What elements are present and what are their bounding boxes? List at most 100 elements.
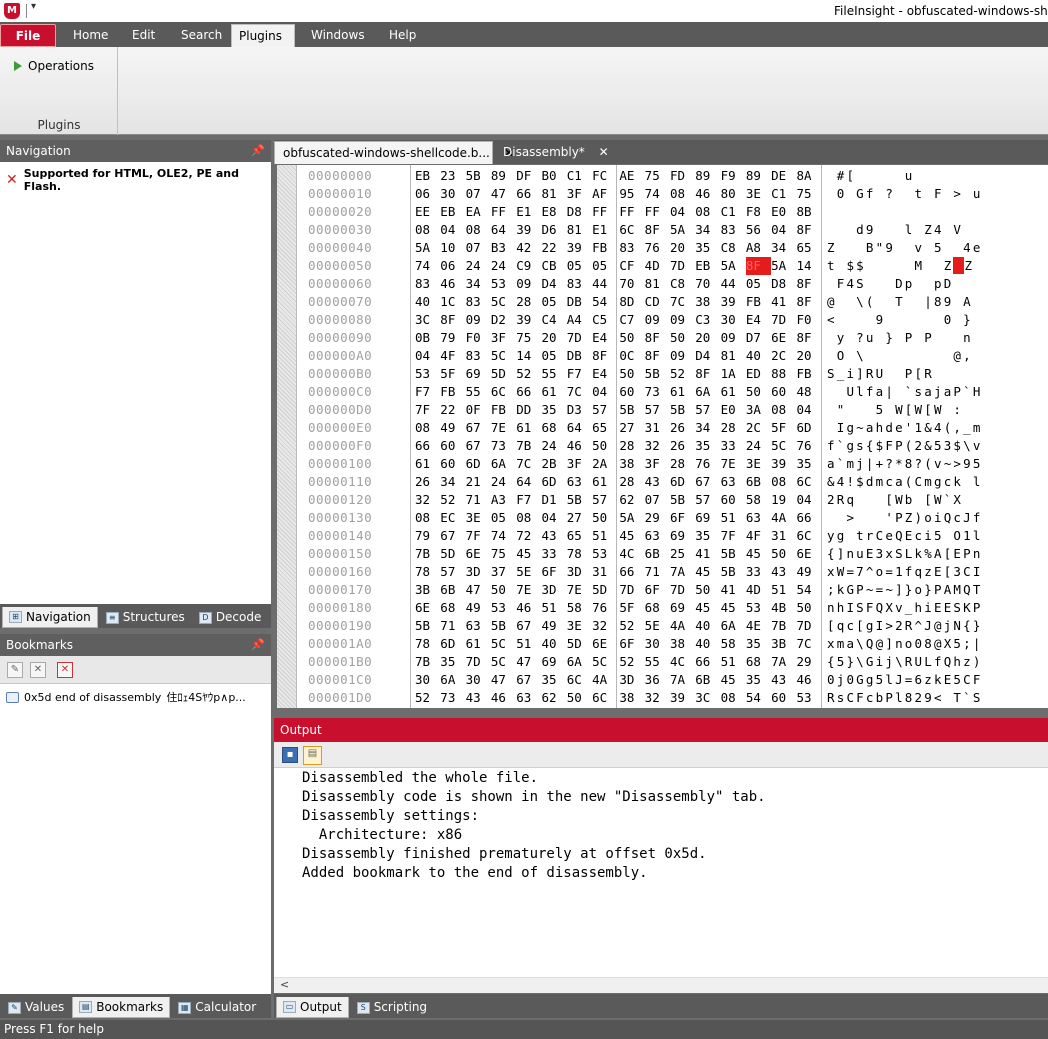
hex-row[interactable]: 00000150 7B 5D 6E 75 45 33 78 53 4C 6B 25 41 5B 45 50 6E… <box>277 545 1048 563</box>
hex-byte[interactable]: 05 <box>746 275 771 293</box>
tab-disassembly[interactable]: Disassembly* ✕ <box>495 141 617 164</box>
hex-byte[interactable]: 8F <box>695 365 720 383</box>
hex-byte[interactable]: 32 <box>592 617 617 635</box>
hex-byte[interactable]: 28 <box>619 437 644 455</box>
hex-byte[interactable]: 57 <box>645 401 670 419</box>
hex-byte[interactable]: AF <box>592 185 617 203</box>
hex-byte[interactable]: C1 <box>567 167 592 185</box>
hex-byte[interactable]: E1 <box>516 203 541 221</box>
hex-byte[interactable]: 6C <box>796 527 821 545</box>
hex-row[interactable]: 00000190 5B 71 63 5B 67 49 3E 32 52 5E 4A 40 6A 4E 7B 7D… <box>277 617 1048 635</box>
hex-byte[interactable]: FB <box>592 239 617 257</box>
hex-byte[interactable]: 68 <box>440 599 465 617</box>
hex-byte[interactable]: 4A <box>771 509 796 527</box>
hex-byte[interactable]: 45 <box>746 545 771 563</box>
bookmark-item[interactable]: 0x5d end of disassembly 住ﾛｪ4Sﾔｳp∧p... <box>6 689 246 705</box>
hex-bytes[interactable]: 61 60 6D 6A 7C 2B 3F 2A 38 3F 28 76 7E 3E 39 35 <box>415 455 822 473</box>
hex-byte[interactable]: C9 <box>516 257 541 275</box>
hex-byte[interactable]: 8F <box>645 221 670 239</box>
hex-byte[interactable]: 60 <box>619 383 644 401</box>
hex-byte[interactable]: EE <box>415 203 440 221</box>
hex-byte[interactable]: 6A <box>567 653 592 671</box>
hex-byte[interactable]: 81 <box>541 185 566 203</box>
edit-bookmark-icon[interactable]: ✎ <box>7 662 23 678</box>
hex-byte[interactable]: 3F <box>567 185 592 203</box>
hex-byte[interactable]: 3E <box>746 455 771 473</box>
hex-byte[interactable]: 08 <box>415 419 440 437</box>
hex-byte[interactable]: 40 <box>695 617 720 635</box>
hex-byte[interactable]: 72 <box>516 527 541 545</box>
tab-help[interactable]: Help <box>382 24 423 47</box>
hex-byte[interactable]: A3 <box>491 491 516 509</box>
hex-byte[interactable]: 4F <box>440 347 465 365</box>
hex-byte[interactable]: 62 <box>619 491 644 509</box>
hex-byte[interactable]: 55 <box>541 365 566 383</box>
hex-byte[interactable]: 24 <box>746 437 771 455</box>
hex-byte[interactable]: 63 <box>567 473 592 491</box>
hex-byte[interactable]: 81 <box>721 347 746 365</box>
hex-byte[interactable]: D4 <box>695 347 720 365</box>
hex-bytes[interactable]: 5B 71 63 5B 67 49 3E 32 52 5E 4A 40 6A 4E 7B 7D <box>415 617 822 635</box>
hex-byte[interactable]: 6B <box>645 545 670 563</box>
hex-byte[interactable]: D3 <box>567 401 592 419</box>
hex-byte[interactable]: FC <box>592 167 617 185</box>
hex-byte[interactable]: 51 <box>721 509 746 527</box>
hex-row[interactable]: 000001A0 78 6D 61 5C 51 40 5D 6E 6F 30 38 40 58 35 3B 7C… <box>277 635 1048 653</box>
hex-byte[interactable]: A4 <box>567 311 592 329</box>
hex-byte[interactable]: E1 <box>592 221 617 239</box>
scroll-left-arrow[interactable]: < <box>280 978 289 991</box>
hex-byte[interactable]: 08 <box>695 203 720 221</box>
hex-byte[interactable]: 06 <box>440 257 465 275</box>
hex-row[interactable]: 00000160 78 57 3D 37 5E 6F 3D 31 66 71 7A 45 5B 33 43 49… <box>277 563 1048 581</box>
hex-byte[interactable]: EB <box>440 203 465 221</box>
hex-byte[interactable]: 58 <box>746 491 771 509</box>
hex-byte[interactable]: 09 <box>670 311 695 329</box>
clear-output-icon[interactable]: ▤ <box>303 746 322 765</box>
tab-decode[interactable]: D Decode <box>193 607 268 628</box>
hex-byte[interactable]: 81 <box>645 275 670 293</box>
hex-byte[interactable]: 61 <box>516 419 541 437</box>
hex-byte[interactable]: C4 <box>541 311 566 329</box>
hex-row[interactable]: 00000090 0B 79 F0 3F 75 20 7D E4 50 8F 50 20 09 D7 6E 8F… <box>277 329 1048 347</box>
hex-ascii[interactable]: Ig~ahde'1&4(,_m <box>827 419 983 437</box>
hex-byte[interactable]: 67 <box>466 419 491 437</box>
hex-byte[interactable]: 64 <box>567 419 592 437</box>
hex-bytes[interactable]: 08 49 67 7E 61 68 64 65 27 31 26 34 28 2C 5F 6D <box>415 419 822 437</box>
hex-byte[interactable]: 5C <box>491 293 516 311</box>
hex-ascii[interactable]: t $$ M ZZ <box>827 257 984 275</box>
hex-byte[interactable]: 63 <box>516 689 541 707</box>
tab-structures[interactable]: ≡ Structures <box>100 607 191 628</box>
hex-byte[interactable]: 61 <box>592 473 617 491</box>
hex-byte[interactable]: 8F <box>645 347 670 365</box>
hex-byte[interactable]: 3F <box>567 455 592 473</box>
hex-byte[interactable]: 25 <box>670 545 695 563</box>
hex-byte[interactable]: 76 <box>592 599 617 617</box>
hex-byte[interactable]: A8 <box>746 239 771 257</box>
hex-byte[interactable]: 6C <box>796 473 821 491</box>
hex-byte[interactable]: 07 <box>466 185 491 203</box>
hex-byte[interactable]: 6E <box>592 635 617 653</box>
hex-byte[interactable]: 5E <box>645 617 670 635</box>
hex-row[interactable]: 000001B0 7B 35 7D 5C 47 69 6A 5C 52 55 4C 66 51 68 7A 29… <box>277 653 1048 671</box>
hex-bytes[interactable]: 04 4F 83 5C 14 05 DB 8F 0C 8F 09 D4 81 40 2C 20 <box>415 347 822 365</box>
hex-byte[interactable]: 46 <box>491 689 516 707</box>
hex-byte[interactable]: 69 <box>466 365 491 383</box>
hex-byte[interactable]: 3E <box>746 185 771 203</box>
hex-byte[interactable]: 27 <box>567 509 592 527</box>
hex-byte[interactable]: 7E <box>491 419 516 437</box>
hex-byte[interactable]: 73 <box>440 689 465 707</box>
hex-byte[interactable]: 66 <box>796 509 821 527</box>
hex-byte[interactable]: 33 <box>721 437 746 455</box>
hex-byte[interactable]: EB <box>695 257 720 275</box>
hex-ascii[interactable]: {]nuE3xSLk%A[EPn <box>827 545 983 563</box>
hex-byte[interactable]: 6A <box>695 383 720 401</box>
hex-bytes[interactable]: 5A 10 07 B3 42 22 39 FB 83 76 20 35 C8 A8 34 65 <box>415 239 822 257</box>
hex-byte[interactable]: 83 <box>619 239 644 257</box>
hex-byte[interactable]: 74 <box>415 257 440 275</box>
hex-byte[interactable]: 65 <box>592 419 617 437</box>
hex-byte[interactable]: 5D <box>491 365 516 383</box>
hex-byte[interactable]: 5A <box>415 239 440 257</box>
hex-byte[interactable]: 04 <box>670 203 695 221</box>
delete-bookmark-icon[interactable]: ✕ <box>30 662 46 678</box>
hex-byte[interactable]: 6D <box>466 455 491 473</box>
